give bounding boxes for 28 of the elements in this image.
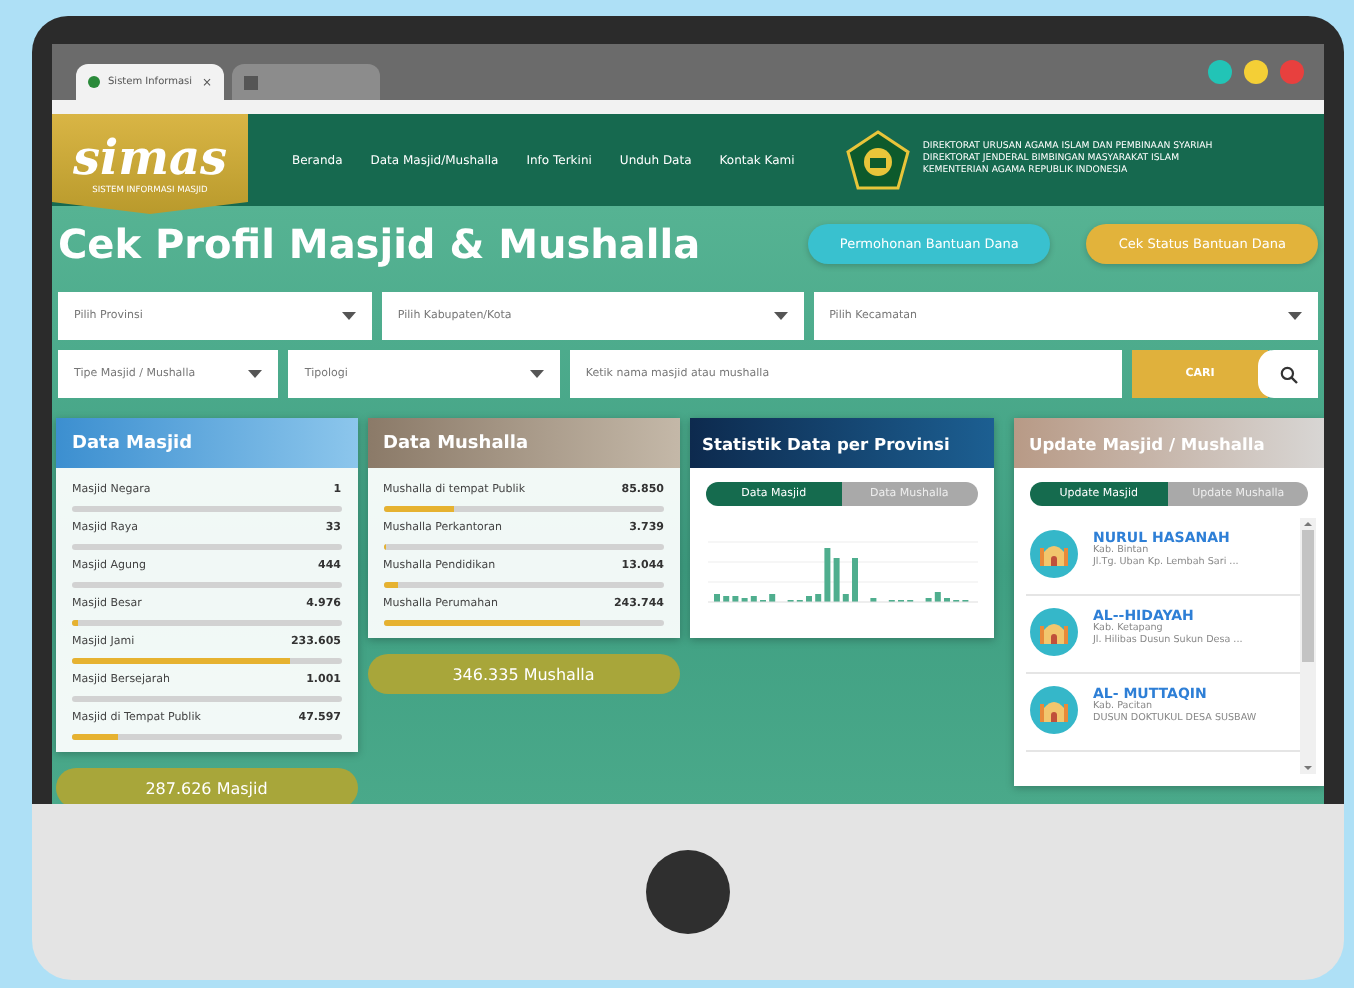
browser-tab[interactable] [232, 64, 380, 100]
caret-down-icon [529, 370, 544, 378]
favicon-icon [88, 76, 100, 88]
window-control-dot[interactable] [1208, 60, 1232, 84]
search-icon-button[interactable] [1258, 350, 1319, 398]
mosque-icon [1029, 608, 1077, 656]
search-icon [1279, 365, 1298, 383]
webcam-icon [646, 850, 730, 934]
card-title: Data Masjid [72, 433, 193, 453]
card-title: Data Mushalla [383, 433, 529, 453]
caret-down-icon [248, 370, 263, 378]
caret-down-icon [773, 312, 788, 320]
page-title: Cek Profil Masjid & Mushalla [58, 220, 701, 268]
card-title: Update Masjid / Mushalla [1029, 433, 1265, 453]
total-count-badge: 287.626 Masjid [56, 768, 358, 804]
card-title: Statistik Data per Provinsi [702, 433, 950, 453]
scroll-down-icon[interactable] [1302, 762, 1314, 774]
caret-down-icon [341, 312, 356, 320]
mosque-icon [1029, 530, 1077, 578]
caret-down-icon [1288, 312, 1303, 320]
mosque-icon [1029, 686, 1077, 734]
emblem-icon [846, 130, 911, 190]
logo-wordmark: simas [72, 133, 228, 181]
scrollbar[interactable] [1300, 518, 1316, 774]
favicon-icon [244, 75, 258, 89]
total-count-badge: 346.335 Mushalla [367, 654, 680, 694]
window-control-dot[interactable] [1280, 60, 1304, 84]
window-control-dot[interactable] [1244, 60, 1268, 84]
